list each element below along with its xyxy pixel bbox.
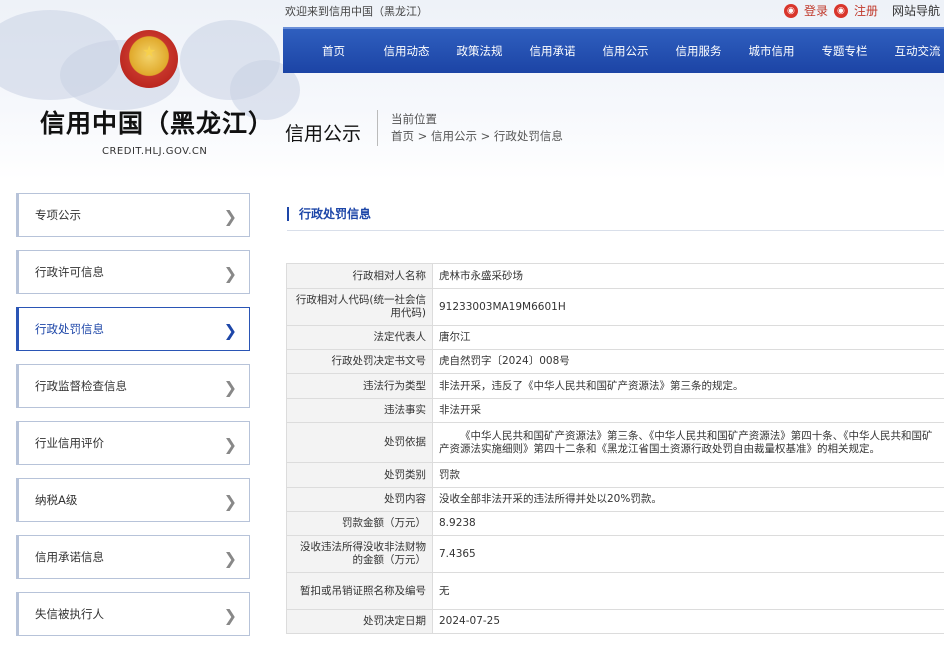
- nav-item-home[interactable]: 首页: [297, 43, 370, 59]
- sidebar: 专项公示 ❯ 行政许可信息 ❯ 行政处罚信息 ❯ 行政监督检查信息 ❯ 行业信用…: [16, 193, 250, 649]
- sidebar-item-label: 行政处罚信息: [35, 322, 104, 336]
- chevron-right-icon: ❯: [223, 264, 237, 283]
- row-value: 非法开采，违反了《中华人民共和国矿产资源法》第三条的规定。: [432, 373, 944, 399]
- sidebar-item-label: 行政许可信息: [35, 265, 104, 279]
- row-value: 7.4365: [432, 535, 944, 573]
- sidebar-item-credit-commitment[interactable]: 信用承诺信息 ❯: [16, 535, 250, 579]
- sidebar-item-label: 失信被执行人: [35, 607, 104, 621]
- site-url: CREDIT.HLJ.GOV.CN: [102, 146, 208, 157]
- table-row: 没收违法所得没收非法财物的金额（万元） 7.4365: [286, 535, 944, 573]
- sidebar-item-supervision-inspection[interactable]: 行政监督检查信息 ❯: [16, 364, 250, 408]
- content-title: 行政处罚信息: [287, 207, 371, 221]
- sidebar-item-label: 行业信用评价: [35, 436, 104, 450]
- current-position-label: 当前位置: [391, 112, 437, 126]
- table-row: 违法事实 非法开采: [286, 398, 944, 423]
- chevron-right-icon: ❯: [223, 207, 237, 226]
- table-row: 处罚内容 没收全部非法开采的违法所得并处以20%罚款。: [286, 487, 944, 512]
- main-nav: 首页 信用动态 政策法规 信用承诺 信用公示 信用服务 城市信用 专题专栏 互动…: [283, 27, 944, 73]
- chevron-right-icon: ❯: [223, 378, 237, 397]
- row-key: 暂扣或吊销证照名称及编号: [286, 572, 433, 610]
- chevron-right-icon: ❯: [223, 606, 237, 625]
- chevron-right-icon: ❯: [223, 492, 237, 511]
- table-row: 行政处罚决定书文号 虎自然罚字〔2024〕008号: [286, 349, 944, 374]
- row-key: 罚款金额（万元）: [286, 511, 433, 536]
- nav-item-policies[interactable]: 政策法规: [443, 43, 516, 59]
- row-key: 法定代表人: [286, 325, 433, 350]
- sidebar-item-label: 行政监督检查信息: [35, 379, 127, 393]
- table-row: 行政相对人代码(统一社会信用代码) 91233003MA19M6601H: [286, 288, 944, 326]
- row-value: 虎林市永盛采砂场: [432, 263, 944, 289]
- row-value: 罚款: [432, 462, 944, 488]
- nav-item-credit-commitment[interactable]: 信用承诺: [516, 43, 589, 59]
- sidebar-item-tax-a-grade[interactable]: 纳税A级 ❯: [16, 478, 250, 522]
- row-key: 行政相对人名称: [286, 263, 433, 289]
- table-row: 处罚决定日期 2024-07-25: [286, 609, 944, 634]
- chevron-right-icon: ❯: [223, 321, 237, 340]
- top-links: ◉ 登录 ◉ 注册 网站导航: [783, 2, 940, 19]
- row-key: 违法事实: [286, 398, 433, 423]
- row-value: 唐尔江: [432, 325, 944, 350]
- user-icon: ◉: [783, 3, 798, 18]
- nav-item-credit-disclosure[interactable]: 信用公示: [589, 43, 662, 59]
- breadcrumb[interactable]: 首页 > 信用公示 > 行政处罚信息: [391, 128, 563, 144]
- row-value: 8.9238: [432, 511, 944, 536]
- sidebar-item-industry-credit-rating[interactable]: 行业信用评价 ❯: [16, 421, 250, 465]
- table-row: 处罚依据 《中华人民共和国矿产资源法》第三条、《中华人民共和国矿产资源法》第四十…: [286, 422, 944, 463]
- row-key: 行政处罚决定书文号: [286, 349, 433, 374]
- sidebar-item-label: 纳税A级: [35, 493, 78, 507]
- site-nav-link[interactable]: 网站导航: [892, 2, 940, 19]
- chevron-right-icon: ❯: [223, 549, 237, 568]
- sidebar-item-dishonest-persons[interactable]: 失信被执行人 ❯: [16, 592, 250, 636]
- table-row: 暂扣或吊销证照名称及编号 无: [286, 572, 944, 610]
- row-value: 虎自然罚字〔2024〕008号: [432, 349, 944, 374]
- chevron-right-icon: ❯: [223, 435, 237, 454]
- breadcrumb-divider: [377, 110, 378, 146]
- row-value: 没收全部非法开采的违法所得并处以20%罚款。: [432, 487, 944, 512]
- sidebar-item-label: 专项公示: [35, 208, 81, 222]
- site-title[interactable]: 信用中国（黑龙江）: [40, 104, 274, 140]
- national-emblem-icon: ★: [120, 30, 178, 88]
- row-key: 处罚决定日期: [286, 609, 433, 634]
- table-row: 违法行为类型 非法开采，违反了《中华人民共和国矿产资源法》第三条的规定。: [286, 373, 944, 399]
- row-key: 行政相对人代码(统一社会信用代码): [286, 288, 433, 326]
- sidebar-item-label: 信用承诺信息: [35, 550, 104, 564]
- row-key: 违法行为类型: [286, 373, 433, 399]
- row-value: 无: [432, 572, 944, 610]
- row-key: 处罚类别: [286, 462, 433, 488]
- row-key: 处罚依据: [286, 422, 433, 463]
- table-row: 罚款金额（万元） 8.9238: [286, 511, 944, 536]
- register-link[interactable]: 注册: [854, 2, 878, 19]
- table-row: 法定代表人 唐尔江: [286, 325, 944, 350]
- content-divider: [287, 230, 944, 231]
- table-row: 行政相对人名称 虎林市永盛采砂场: [286, 263, 944, 289]
- welcome-text: 欢迎来到信用中国（黑龙江）: [285, 5, 428, 18]
- table-row: 处罚类别 罚款: [286, 462, 944, 488]
- row-value: 2024-07-25: [432, 609, 944, 634]
- nav-item-city-credit[interactable]: 城市信用: [735, 43, 808, 59]
- section-title: 信用公示: [285, 123, 362, 145]
- row-value: 《中华人民共和国矿产资源法》第三条、《中华人民共和国矿产资源法》第四十条、《中华…: [432, 422, 944, 463]
- register-icon: ◉: [833, 3, 848, 18]
- row-value: 非法开采: [432, 398, 944, 423]
- sidebar-item-admin-penalty[interactable]: 行政处罚信息 ❯: [16, 307, 250, 351]
- row-value: 91233003MA19M6601H: [432, 288, 944, 326]
- nav-item-credit-news[interactable]: 信用动态: [370, 43, 443, 59]
- penalty-info-table: 行政相对人名称 虎林市永盛采砂场 行政相对人代码(统一社会信用代码) 91233…: [286, 263, 944, 634]
- login-link[interactable]: 登录: [804, 2, 828, 19]
- nav-item-credit-services[interactable]: 信用服务: [662, 43, 735, 59]
- sidebar-item-special-disclosure[interactable]: 专项公示 ❯: [16, 193, 250, 237]
- row-key: 处罚内容: [286, 487, 433, 512]
- nav-item-interaction[interactable]: 互动交流: [881, 43, 944, 59]
- nav-item-special-topics[interactable]: 专题专栏: [808, 43, 881, 59]
- sidebar-item-admin-license[interactable]: 行政许可信息 ❯: [16, 250, 250, 294]
- row-key: 没收违法所得没收非法财物的金额（万元）: [286, 535, 433, 573]
